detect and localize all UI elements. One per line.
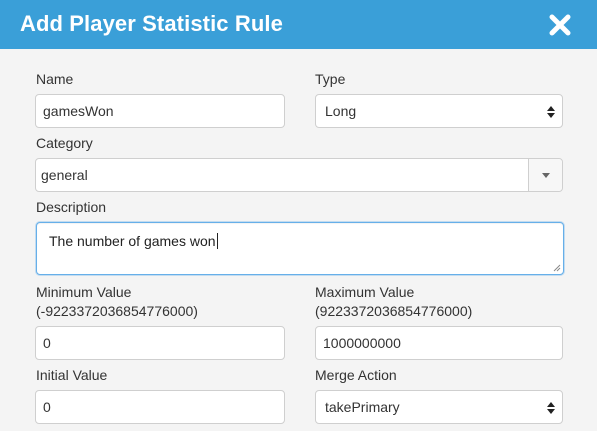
max-value-hint: (9223372036854776000) (315, 303, 473, 319)
text-caret (216, 233, 218, 249)
initial-value-label: Initial Value (36, 367, 108, 383)
description-textarea[interactable]: The number of games won (36, 222, 564, 275)
category-value: general (41, 167, 88, 183)
dialog-title: Add Player Statistic Rule (20, 11, 283, 36)
description-text: The number of games won (49, 233, 216, 249)
name-label: Name (36, 71, 74, 87)
type-select[interactable]: Long (315, 94, 563, 128)
min-value-label: Minimum Value (36, 284, 132, 300)
initial-value-input[interactable] (35, 390, 285, 424)
category-dropdown-button[interactable] (528, 159, 562, 191)
caret-down-icon (542, 173, 550, 178)
select-arrows-icon (547, 106, 555, 118)
min-value-input[interactable] (35, 326, 285, 360)
merge-action-value: takePrimary (325, 399, 400, 415)
type-label: Type (315, 71, 346, 87)
merge-action-label: Merge Action (315, 367, 397, 383)
close-x-icon[interactable] (547, 12, 573, 38)
min-value-hint: (-9223372036854776000) (36, 303, 198, 319)
type-select-value: Long (325, 103, 357, 119)
description-label: Description (36, 199, 107, 215)
merge-action-select[interactable]: takePrimary (315, 390, 563, 424)
resize-grip-icon[interactable] (553, 264, 561, 272)
name-input[interactable] (35, 94, 285, 128)
max-value-label: Maximum Value (315, 284, 415, 300)
category-label: Category (36, 135, 93, 151)
select-arrows-icon (547, 402, 555, 414)
dialog-header: Add Player Statistic Rule (0, 0, 597, 49)
max-value-input[interactable] (315, 326, 563, 360)
category-combobox[interactable]: general (35, 158, 563, 192)
